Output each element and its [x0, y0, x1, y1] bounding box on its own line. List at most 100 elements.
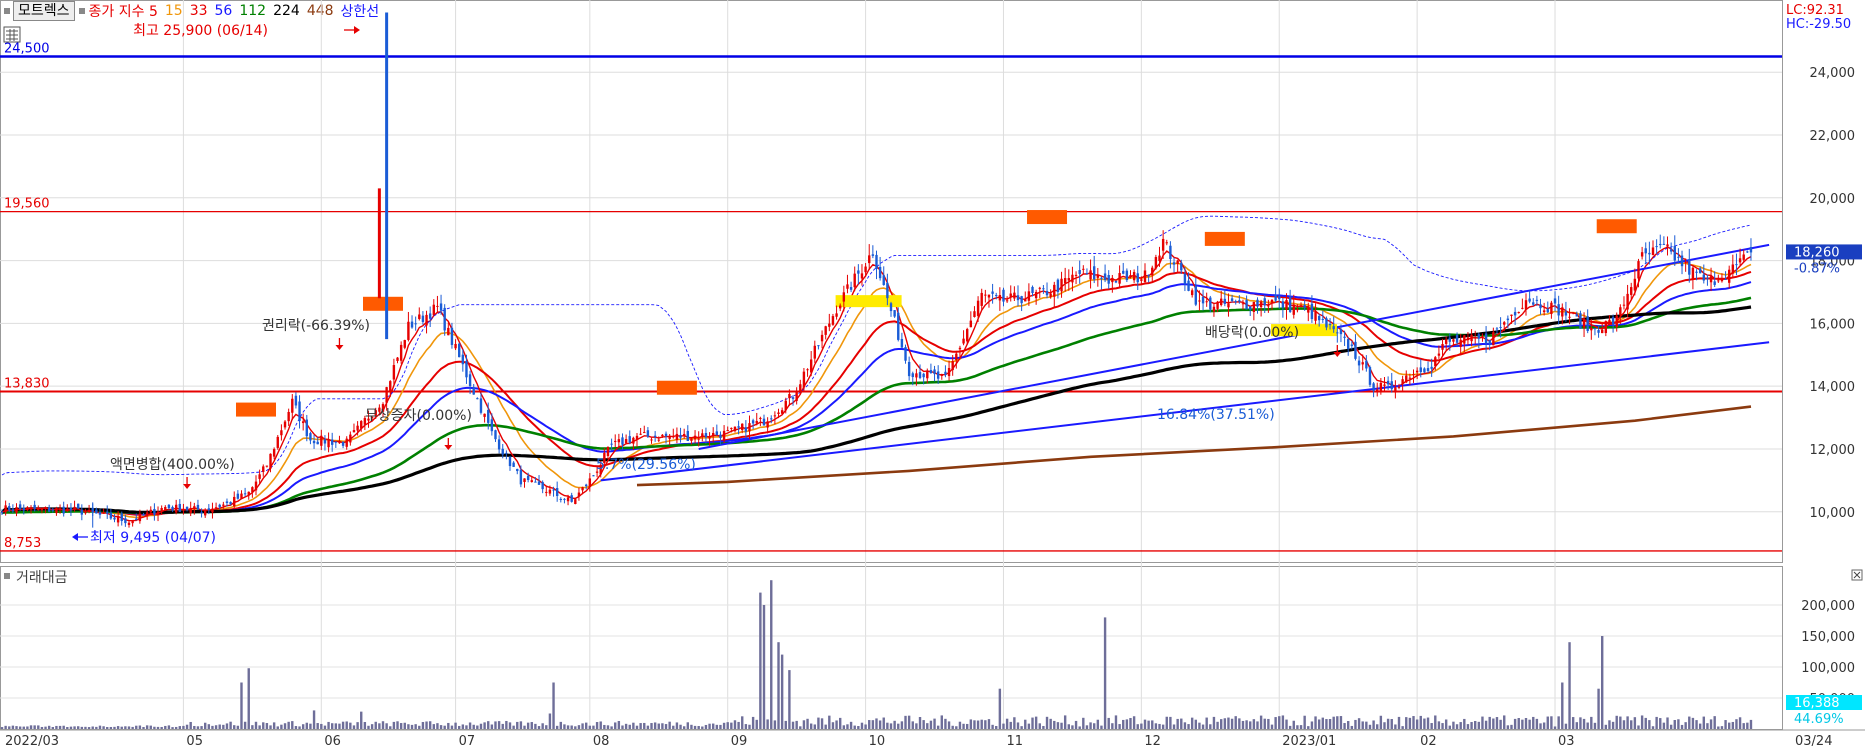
volume-bar	[240, 682, 243, 729]
volume-bar	[537, 726, 541, 729]
volume-bar	[1336, 716, 1339, 729]
candle-body	[904, 347, 907, 361]
volume-bar	[1321, 717, 1324, 729]
candle-body	[280, 430, 283, 436]
volume-bar	[1328, 719, 1332, 729]
candle-body	[1216, 301, 1219, 309]
volume-bar	[791, 721, 795, 729]
volume-bar	[715, 724, 719, 729]
volume-bar	[1528, 719, 1531, 729]
candle-body	[809, 359, 813, 373]
volume-bar	[323, 725, 327, 729]
volume-bar	[1746, 722, 1749, 729]
volume-bar	[1176, 718, 1179, 729]
candle-body	[1328, 324, 1332, 326]
volume-bar	[142, 726, 145, 729]
volume-bar	[966, 723, 969, 729]
candle-body	[1002, 289, 1005, 302]
candle-body	[715, 431, 719, 435]
volume-bar	[262, 722, 265, 729]
candle-body	[490, 419, 494, 432]
candle-body	[1071, 274, 1074, 283]
candle-body	[1336, 332, 1339, 334]
candle-body	[976, 300, 980, 316]
candle-body	[196, 504, 200, 510]
candle-body	[1702, 274, 1705, 281]
candle-body	[479, 398, 483, 413]
volume-bar	[0, 727, 4, 729]
volume-bar	[236, 725, 240, 729]
volume-bar	[1002, 723, 1005, 729]
candle-body	[617, 439, 621, 443]
volume-bar	[534, 723, 537, 729]
candle-body	[773, 415, 777, 417]
volume-bar	[610, 726, 613, 729]
volume-bar	[1285, 719, 1288, 729]
candle-body	[211, 508, 214, 513]
candle-body	[1550, 302, 1553, 315]
volume-bar	[1390, 719, 1393, 729]
candle-body	[178, 503, 181, 512]
volume-bar	[385, 723, 388, 729]
volume-bar	[955, 726, 958, 729]
candle-body	[1107, 275, 1110, 284]
volume-bar	[1060, 722, 1063, 729]
candle-body	[1419, 367, 1422, 373]
candle-body	[62, 506, 65, 514]
candle-body	[860, 273, 864, 279]
candle-body	[733, 426, 737, 432]
candle-body	[1619, 307, 1622, 316]
volume-bar	[1455, 724, 1459, 729]
candle-body	[98, 512, 102, 515]
volume-bar	[331, 723, 334, 729]
candle-body	[1347, 339, 1350, 350]
volume-bar	[294, 726, 298, 729]
volume-bar	[1136, 724, 1139, 729]
table-icon-grid	[6, 29, 18, 41]
volume-bar	[777, 642, 780, 729]
candle-body	[643, 432, 646, 434]
candle-body	[1528, 298, 1531, 302]
volume-bar	[200, 726, 203, 729]
volume-bar	[1154, 723, 1158, 729]
volume-bar	[900, 721, 904, 729]
price-volume-chart[interactable]: 24,500 19,560 13,830 8,753 10,000 12,000 14,0…	[0, 0, 1865, 748]
volume-bar	[944, 718, 947, 729]
candle-body	[1539, 304, 1542, 309]
volume-bar	[1546, 716, 1549, 729]
volume-bar	[501, 723, 504, 729]
candle-body	[1593, 328, 1597, 330]
volume-bar	[1611, 721, 1615, 729]
candle-body	[875, 254, 878, 270]
volume-bar	[145, 725, 149, 729]
candle-body	[320, 435, 323, 446]
candle-body	[1401, 379, 1404, 384]
volume-bar	[1691, 717, 1695, 729]
candle-body	[1484, 333, 1488, 344]
candle-body	[1466, 337, 1470, 341]
candle-body	[853, 273, 856, 288]
candle-body	[639, 433, 642, 435]
candle-body	[204, 510, 207, 516]
candle-body	[1187, 280, 1190, 291]
volume-bar	[102, 726, 105, 729]
candle-body	[751, 420, 755, 424]
volume-bar	[1408, 717, 1412, 729]
volume-bar	[505, 720, 508, 729]
volume-bar	[1093, 723, 1096, 729]
candle-body	[106, 511, 109, 514]
candle-body	[1074, 274, 1078, 276]
candle-body	[846, 284, 849, 289]
volume-bar	[1510, 724, 1513, 729]
candle-body	[1608, 319, 1611, 323]
candle-body	[1299, 305, 1303, 307]
volume-bar	[124, 726, 127, 729]
candle-body	[1252, 301, 1256, 312]
candle-body	[1176, 260, 1179, 265]
candle-body	[1611, 317, 1615, 325]
candle-body	[421, 315, 425, 322]
candle-body	[1339, 329, 1343, 335]
candle-body	[1241, 303, 1245, 305]
volume-bar	[1463, 718, 1466, 729]
volume-bar	[461, 724, 465, 729]
